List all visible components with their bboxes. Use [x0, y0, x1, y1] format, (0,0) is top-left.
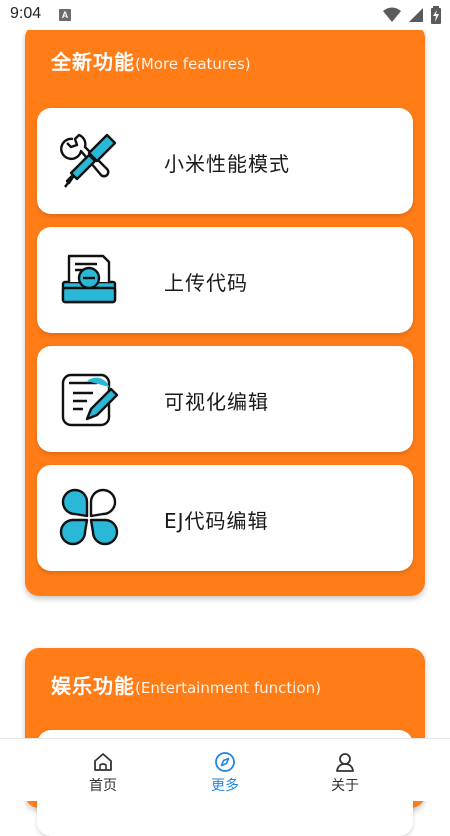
- section-title: 娱乐功能: [51, 674, 135, 698]
- feature-item-upload-code[interactable]: 上传代码: [37, 227, 413, 333]
- feature-item-label: 小米性能模式: [164, 152, 290, 176]
- notification-icon: A: [59, 9, 71, 21]
- user-icon: [336, 753, 354, 772]
- battery-icon: [431, 6, 441, 24]
- feature-item-label: 上传代码: [164, 271, 248, 295]
- grid-petals-icon: [59, 488, 119, 546]
- nav-about[interactable]: 关于: [270, 739, 420, 801]
- wifi-icon: [382, 7, 401, 22]
- entertainment-section-title: 娱乐功能(Entertainment function): [51, 670, 321, 699]
- bottom-navigation: 首页 更多 关于: [0, 738, 450, 801]
- compass-icon: [215, 752, 235, 772]
- signal-icon: [408, 8, 423, 22]
- feature-item-visual-edit[interactable]: 可视化编辑: [37, 346, 413, 452]
- feature-item-label: EJ代码编辑: [164, 509, 269, 533]
- status-time: 9:04: [10, 5, 42, 22]
- status-icons: [382, 6, 442, 24]
- tools-icon: [60, 133, 117, 188]
- edit-document-icon: [61, 373, 119, 427]
- section-title: 全新功能: [51, 50, 135, 74]
- feature-item-performance-mode[interactable]: 小米性能模式: [37, 108, 413, 214]
- features-section-title: 全新功能(More features): [51, 46, 251, 75]
- feature-item-label: 可视化编辑: [164, 390, 269, 414]
- home-icon: [94, 753, 112, 771]
- nav-label: 关于: [331, 778, 359, 794]
- upload-document-icon: [61, 254, 117, 304]
- features-card: 全新功能(More features) 小米性能模式 上传代码 可视化编辑 EJ…: [25, 24, 425, 596]
- section-subtitle: (Entertainment function): [135, 679, 321, 697]
- status-bar: 9:04 A: [0, 0, 450, 30]
- feature-item-ej-code-edit[interactable]: EJ代码编辑: [37, 465, 413, 571]
- section-subtitle: (More features): [135, 55, 251, 73]
